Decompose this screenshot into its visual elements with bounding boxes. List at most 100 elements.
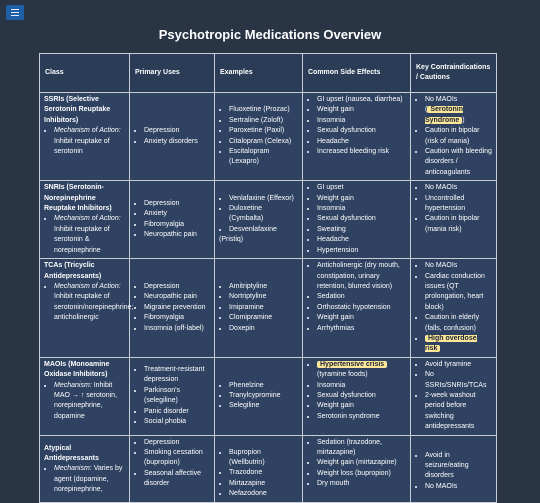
list-item: Sexual dysfunction (317, 126, 406, 136)
list-item: Selegiline (229, 401, 298, 411)
list-item: Citalopram (Celexa) (229, 137, 298, 147)
examples-cell: Fluoxetine (Prozac) Sertraline (Zoloft) … (214, 91, 303, 182)
cautions-cell: No MAOIs Uncontrolled hypertension Cauti… (410, 180, 497, 260)
mechanism-label: Mechanism: (54, 381, 92, 389)
table-row: TCAs (Tricyclic Antidepressants) Mechani… (39, 258, 497, 358)
list-item: Nortriptyline (229, 292, 298, 302)
cautions-cell: No MAOIs Cardiac conduction issues (QT p… (410, 258, 497, 358)
list-item: High overdose risk (425, 334, 492, 355)
list-item: No MAOIs (425, 261, 492, 271)
list-item: Sexual dysfunction (317, 391, 406, 401)
list-item: Sedation (trazodone, mirtazapine) (317, 438, 406, 459)
class-name: SNRIs (Serotonin-Norepinephrine Reuptake… (44, 184, 112, 213)
list-item: Mirtazapine (229, 479, 298, 489)
list-item: Sedation (317, 292, 406, 302)
uses-cell: Depression Anxiety disorders (129, 91, 215, 182)
side-effects-cell: Anticholinergic (dry mouth, constipation… (302, 258, 411, 358)
menu-icon[interactable] (6, 5, 24, 20)
mechanism-label: Mechanism: (54, 465, 92, 473)
list-item: Parkinson's (selegiline) (144, 386, 210, 407)
list-item: Anxiety disorders (144, 137, 210, 147)
list-item: Treatment-resistant depression (144, 365, 210, 386)
list-item: Fibromyalgia (144, 220, 210, 230)
list-item: Avoid in seizure/eating disorders (425, 451, 492, 482)
list-item: Nefazodone (229, 489, 298, 499)
highlight-hypertensive-crisis: Hypertensive crisis (317, 360, 388, 368)
mechanism-label: Mechanism of Action: (54, 215, 121, 223)
list-item: Anxiety (144, 209, 210, 219)
list-item: Seasonal affective disorder (144, 469, 210, 490)
list-item: Paroxetine (Paxil) (229, 126, 298, 136)
header-examples: Examples (214, 53, 303, 93)
example-note: (Pristiq) (219, 236, 244, 244)
side-effects-cell: GI upset (nausea, diarrhea) Weight gain … (302, 91, 411, 182)
class-name: SSRIs (Selective Serotonin Reuptake Inhi… (44, 96, 111, 124)
list-item: Neuropathic pain (144, 292, 210, 302)
table-row: MAOIs (Monoamine Oxidase Inhibitors) Mec… (39, 356, 497, 436)
header-class: Class (39, 53, 130, 93)
list-item: Insomnia (317, 204, 406, 214)
class-name: MAOIs (Monoamine Oxidase Inhibitors) (44, 360, 110, 379)
list-item: Tranylcypromine (229, 391, 298, 401)
list-item: Sexual dysfunction (317, 214, 406, 224)
mechanism-label: Mechanism of Action: (54, 282, 121, 290)
list-item: Anticholinergic (dry mouth, constipation… (317, 261, 406, 292)
list-item: Depression (144, 438, 210, 448)
side-effects-cell: Sedation (trazodone, mirtazapine) Weight… (302, 434, 411, 503)
list-item: Doxepin (229, 324, 298, 334)
medications-table: Class Primary Uses Examples Common Side … (39, 53, 497, 503)
list-item: Caution in elderly (falls, confusion) (425, 313, 492, 334)
list-item: Dry mouth (317, 479, 406, 489)
list-item: Depression (144, 199, 210, 209)
list-item: Headache (317, 137, 406, 147)
list-item: Duloxetine (Cymbalta) (229, 204, 298, 225)
list-item: Headache (317, 235, 406, 245)
list-item: Arrhythmias (317, 324, 406, 334)
uses-cell: Depression Anxiety Fibromyalgia Neuropat… (129, 180, 215, 260)
examples-cell: Phenelzine Tranylcypromine Selegiline (214, 356, 303, 436)
list-item: Orthostatic hypotension (317, 303, 406, 313)
list-item: Amitriptyline (229, 282, 298, 292)
page-title: Psychotropic Medications Overview (158, 27, 382, 42)
table-row: SNRIs (Serotonin-Norepinephrine Reuptake… (39, 180, 497, 260)
list-item: GI upset (nausea, diarrhea) (317, 95, 406, 105)
class-name: Atypical Antidepressants (44, 444, 99, 462)
list-item: Weight gain (317, 401, 406, 411)
cautions-cell: Avoid tyramine No SSRIs/SNRIs/TCAs 2-wee… (410, 356, 497, 436)
list-item: Imipramine (229, 303, 298, 313)
list-item: Weight gain (mirtazapine) (317, 458, 406, 468)
list-item: Weight loss (bupropion) (317, 469, 406, 479)
list-item: No SSRIs/SNRIs/TCAs (425, 370, 492, 391)
list-item: Depression (144, 282, 210, 292)
table-header-row: Class Primary Uses Examples Common Side … (39, 53, 497, 93)
list-item: Insomnia (317, 381, 406, 391)
class-cell: SNRIs (Serotonin-Norepinephrine Reuptake… (39, 180, 130, 260)
highlight-serotonin-syndrome: Serotonin Syndrome (425, 106, 464, 124)
table-row: Atypical Antidepressants Mechanism: Vari… (39, 434, 497, 503)
list-item: Sweating (317, 225, 406, 235)
list-item: Increased bleeding risk (317, 147, 406, 157)
list-item: Weight gain (317, 194, 406, 204)
list-item: Caution with bleeding disorders / antico… (425, 147, 492, 178)
list-item: Escitalopram (Lexapro) (229, 147, 298, 168)
list-item: Insomnia (317, 116, 406, 126)
list-item: Hypertensive crisis (tyramine foods) (317, 360, 406, 381)
list-item: Social phobia (144, 417, 210, 427)
mechanism-label: Mechanism of Action: (54, 127, 121, 135)
list-item: Uncontrolled hypertension (425, 194, 492, 215)
list-item: Depression (144, 126, 210, 136)
mechanism-text: Inhibit reuptake of serotonin (54, 137, 110, 156)
uses-cell: Depression Smoking cessation (bupropion)… (129, 434, 215, 503)
cautions-cell: Avoid in seizure/eating disorders No MAO… (410, 434, 497, 503)
examples-cell: Venlafaxine (Effexor) Duloxetine (Cymbal… (214, 180, 303, 260)
list-item: GI upset (317, 183, 406, 193)
list-item: Desvenlafaxine (229, 225, 298, 235)
list-item: Panic disorder (144, 407, 210, 417)
class-cell: MAOIs (Monoamine Oxidase Inhibitors) Mec… (39, 356, 130, 436)
class-cell: Atypical Antidepressants Mechanism: Vari… (39, 434, 130, 503)
class-name: TCAs (Tricyclic Antidepressants) (44, 262, 102, 280)
uses-cell: Depression Neuropathic pain Migraine pre… (129, 258, 215, 358)
list-item: Serotonin syndrome (317, 412, 406, 422)
list-item: Caution in bipolar (mania risk) (425, 214, 492, 235)
list-item: Venlafaxine (Effexor) (229, 194, 298, 204)
